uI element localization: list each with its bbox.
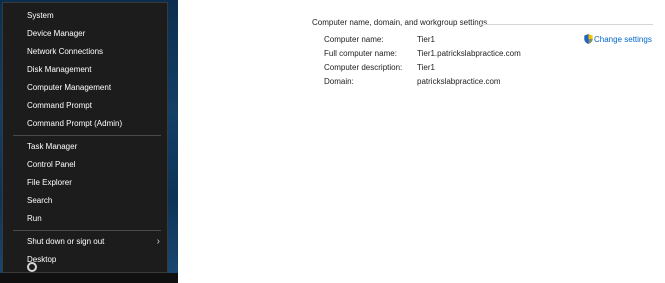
- computer-name-label: Computer name:: [324, 35, 384, 44]
- domain-value: patrickslabpractice.com: [417, 77, 501, 86]
- full-computer-name-value: Tier1.patrickslabpractice.com: [417, 49, 521, 58]
- menu-item-label: Run: [27, 214, 42, 223]
- full-computer-name-label: Full computer name:: [324, 49, 397, 58]
- menu-item-label: File Explorer: [27, 178, 72, 187]
- menu-item-label: Disk Management: [27, 65, 92, 74]
- menu-separator: [13, 135, 161, 136]
- menu-item-label: Task Manager: [27, 142, 78, 151]
- section-title: Computer name, domain, and workgroup set…: [312, 18, 488, 27]
- computer-description-value: Tier1: [417, 63, 435, 72]
- menu-item-system[interactable]: System: [3, 7, 167, 25]
- menu-item-network-connections[interactable]: Network Connections: [3, 43, 167, 61]
- menu-item-label: Shut down or sign out: [27, 237, 105, 246]
- menu-item-control-panel[interactable]: Control Panel: [3, 156, 167, 174]
- menu-item-label: Command Prompt (Admin): [27, 119, 123, 128]
- computer-name-value: Tier1: [417, 35, 435, 44]
- computer-description-label: Computer description:: [324, 63, 403, 72]
- domain-label: Domain:: [324, 77, 354, 86]
- taskbar: [0, 273, 178, 283]
- menu-item-task-manager[interactable]: Task Manager: [3, 138, 167, 156]
- menu-item-file-explorer[interactable]: File Explorer: [3, 174, 167, 192]
- menu-item-label: Computer Management: [27, 83, 112, 92]
- chevron-right-icon: ›: [156, 236, 160, 247]
- menu-item-disk-management[interactable]: Disk Management: [3, 61, 167, 79]
- section-divider: [480, 24, 653, 25]
- menu-item-command-prompt[interactable]: Command Prompt: [3, 97, 167, 115]
- menu-item-device-manager[interactable]: Device Manager: [3, 25, 167, 43]
- menu-item-label: Search: [27, 196, 53, 205]
- computer-name-settings-panel: Computer name, domain, and workgroup set…: [300, 10, 660, 110]
- menu-item-label: Command Prompt: [27, 101, 92, 110]
- start-icon[interactable]: [27, 262, 37, 272]
- menu-separator: [13, 230, 161, 231]
- menu-item-computer-management[interactable]: Computer Management: [3, 79, 167, 97]
- change-settings-label: Change settings: [594, 35, 652, 44]
- menu-item-command-prompt-admin[interactable]: Command Prompt (Admin): [3, 115, 167, 133]
- menu-item-label: Device Manager: [27, 29, 86, 38]
- menu-item-run[interactable]: Run: [3, 210, 167, 228]
- winx-power-user-menu: System Device Manager Network Connection…: [2, 2, 168, 273]
- menu-item-search[interactable]: Search: [3, 192, 167, 210]
- menu-item-label: System: [27, 11, 54, 20]
- menu-item-shut-down-or-sign-out[interactable]: Shut down or sign out ›: [3, 233, 167, 251]
- menu-item-label: Network Connections: [27, 47, 104, 56]
- menu-item-label: Control Panel: [27, 160, 76, 169]
- uac-shield-icon: [584, 34, 593, 44]
- change-settings-link[interactable]: Change settings: [584, 34, 652, 44]
